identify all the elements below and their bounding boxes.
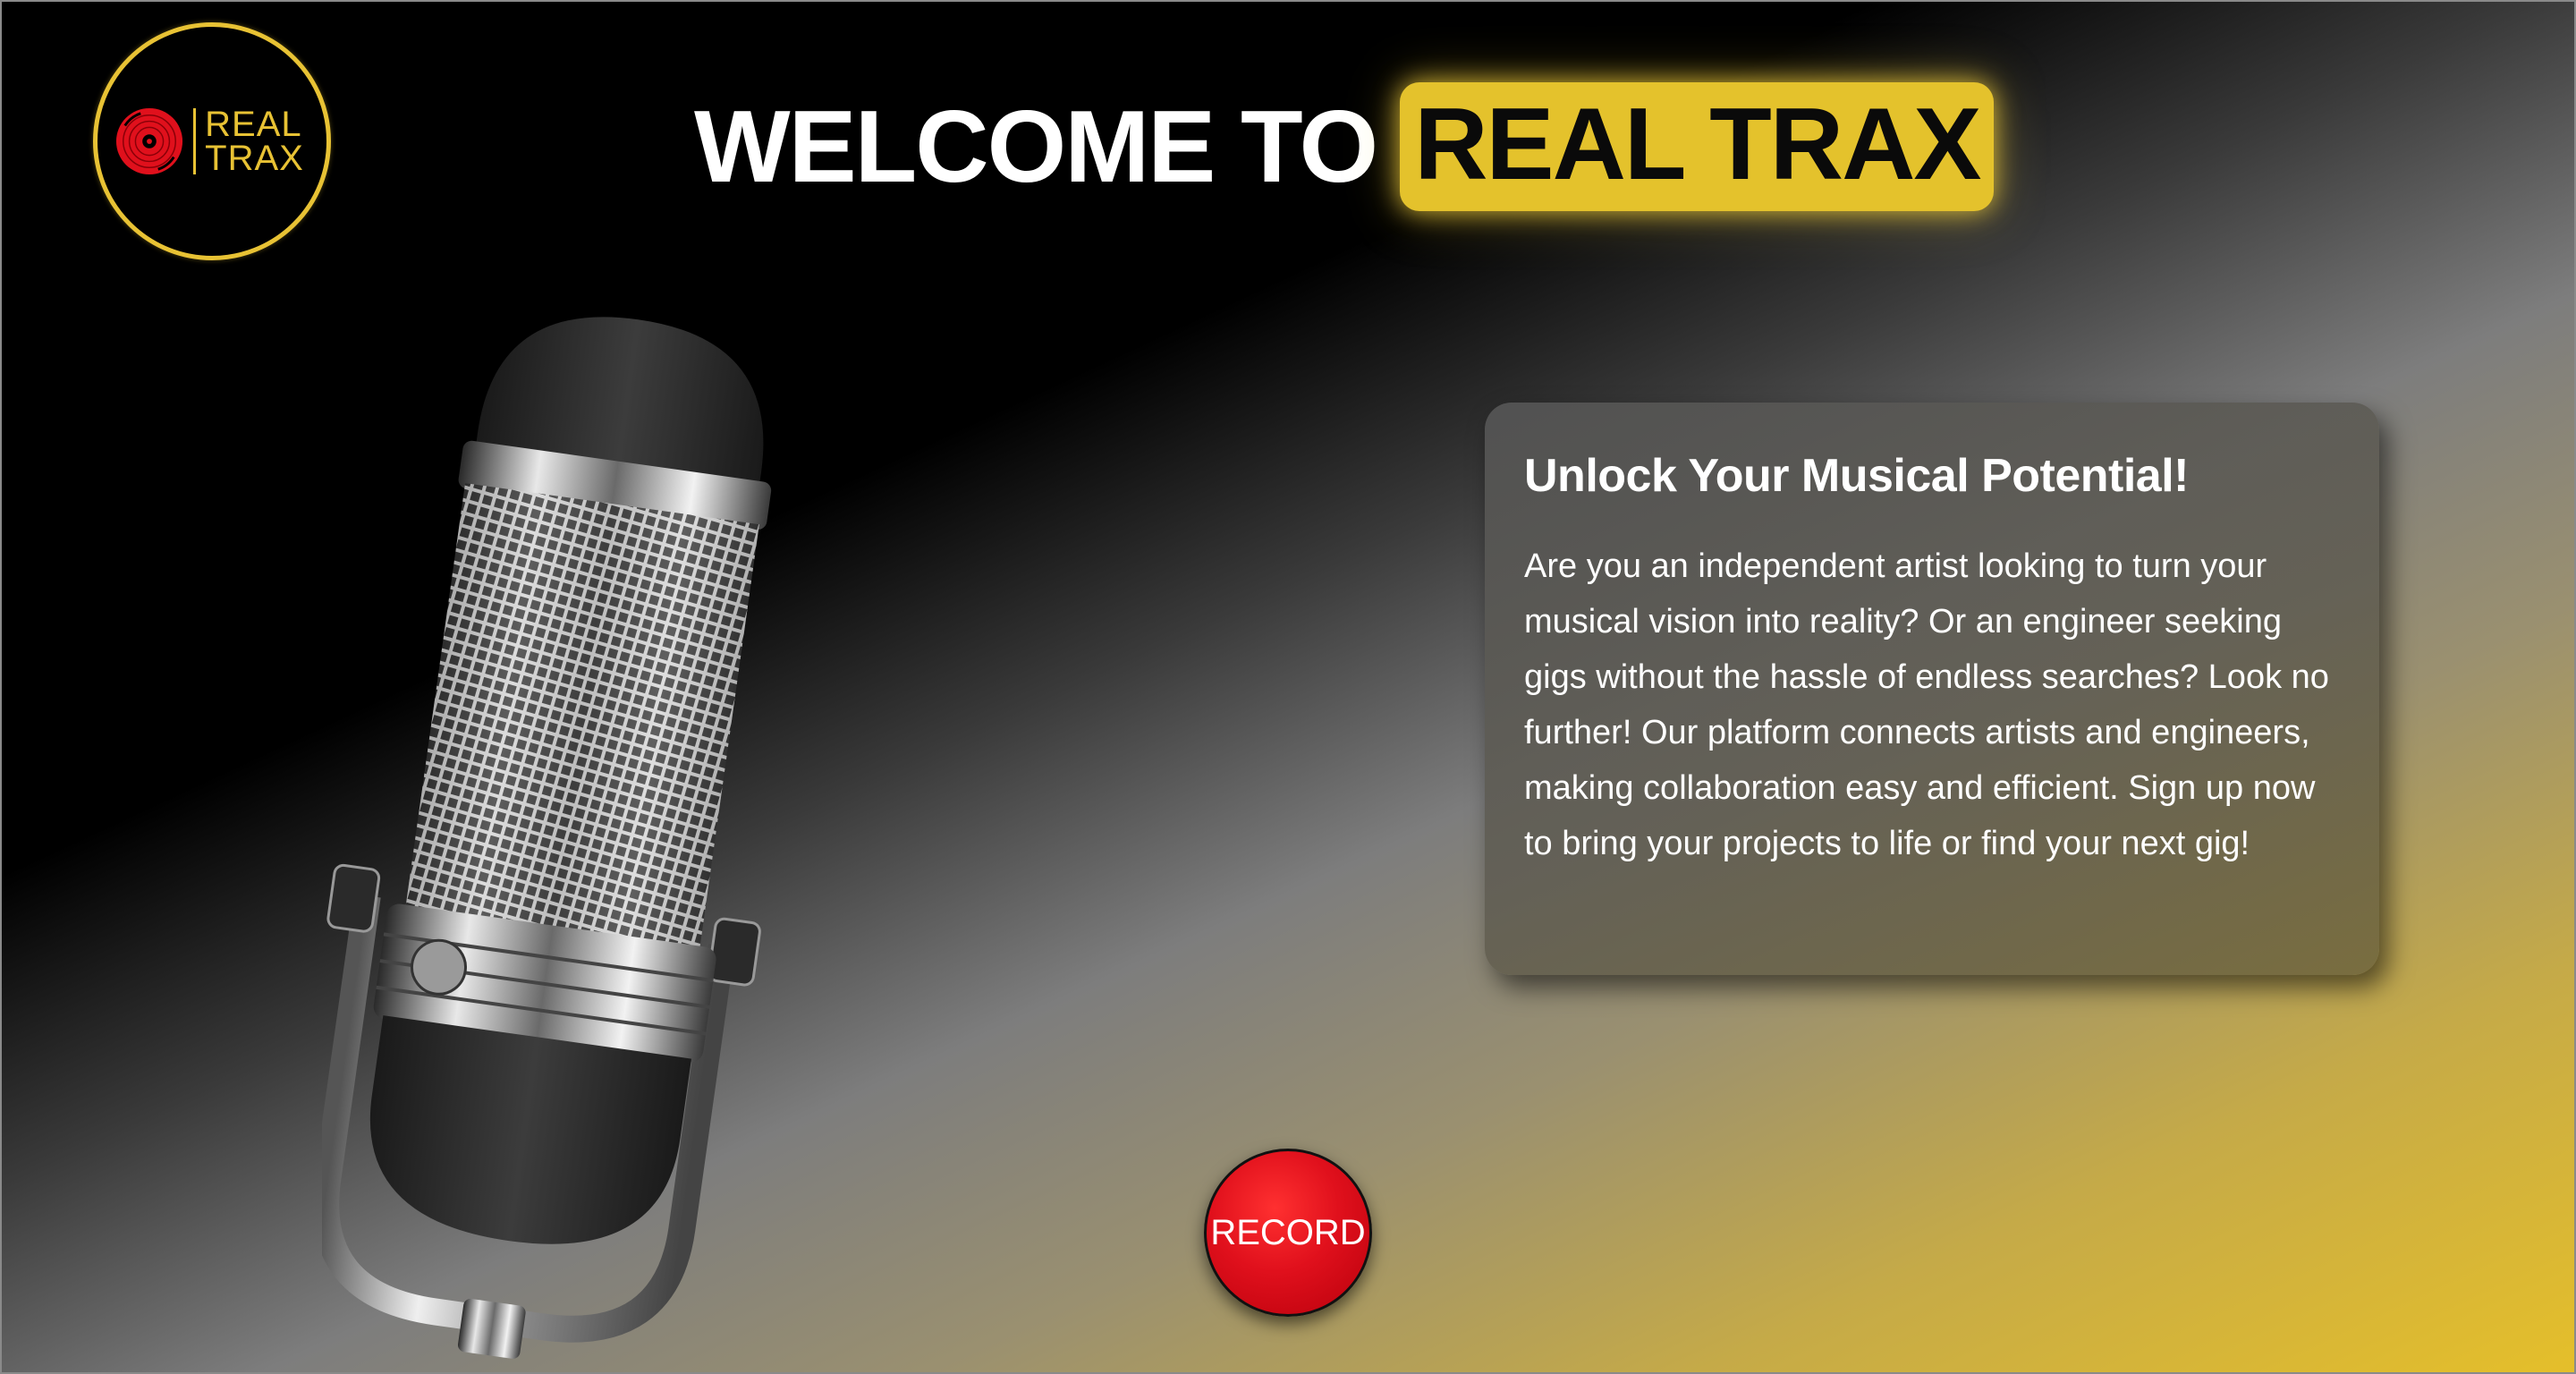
logo-line-2: TRAX: [205, 139, 304, 178]
record-button[interactable]: RECORD: [1204, 1149, 1372, 1317]
page-title: WELCOME TO REAL TRAX: [694, 75, 1995, 218]
info-card: Unlock Your Musical Potential! Are you a…: [1485, 403, 2379, 975]
card-body: Are you an independent artist looking to…: [1524, 547, 2329, 862]
logo-content: REAL TRAX: [114, 106, 304, 176]
vinyl-record-icon: [116, 107, 183, 175]
title-prefix: WELCOME TO: [694, 89, 1378, 204]
title-highlight: REAL TRAX: [1400, 82, 1995, 211]
logo-line-1: REAL: [205, 105, 302, 144]
microphone-icon: [322, 317, 772, 1359]
card-title: Unlock Your Musical Potential!: [1524, 450, 2190, 502]
logo-divider: [193, 108, 197, 174]
logo-wordmark: REAL TRAX: [205, 105, 304, 178]
site-logo[interactable]: REAL TRAX: [93, 22, 331, 260]
